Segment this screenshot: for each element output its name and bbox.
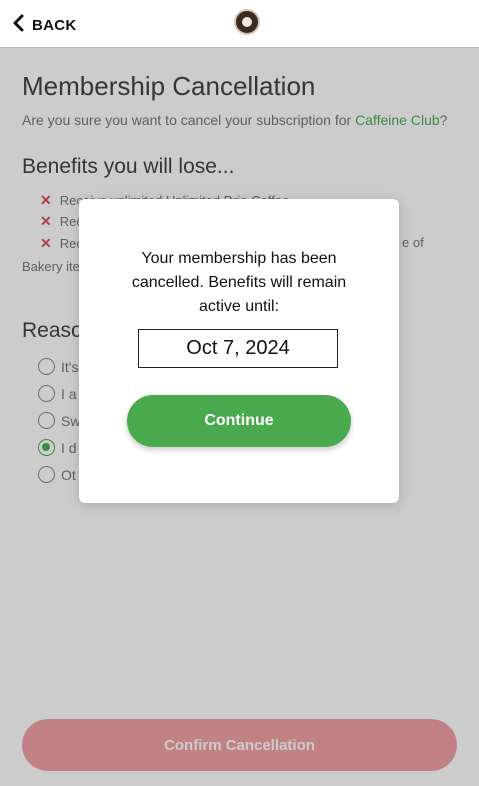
chevron-left-icon [12, 14, 26, 37]
end-date-box: Oct 7, 2024 [138, 329, 338, 368]
continue-button[interactable]: Continue [127, 395, 351, 447]
back-button[interactable]: BACK [12, 13, 77, 37]
coffee-logo-icon [234, 9, 260, 35]
modal-message: Your membership has been cancelled. Bene… [131, 250, 347, 315]
back-label: BACK [32, 16, 77, 34]
cancellation-confirmation-modal: Your membership has been cancelled. Bene… [79, 199, 399, 503]
app-header: BACK [0, 0, 479, 48]
